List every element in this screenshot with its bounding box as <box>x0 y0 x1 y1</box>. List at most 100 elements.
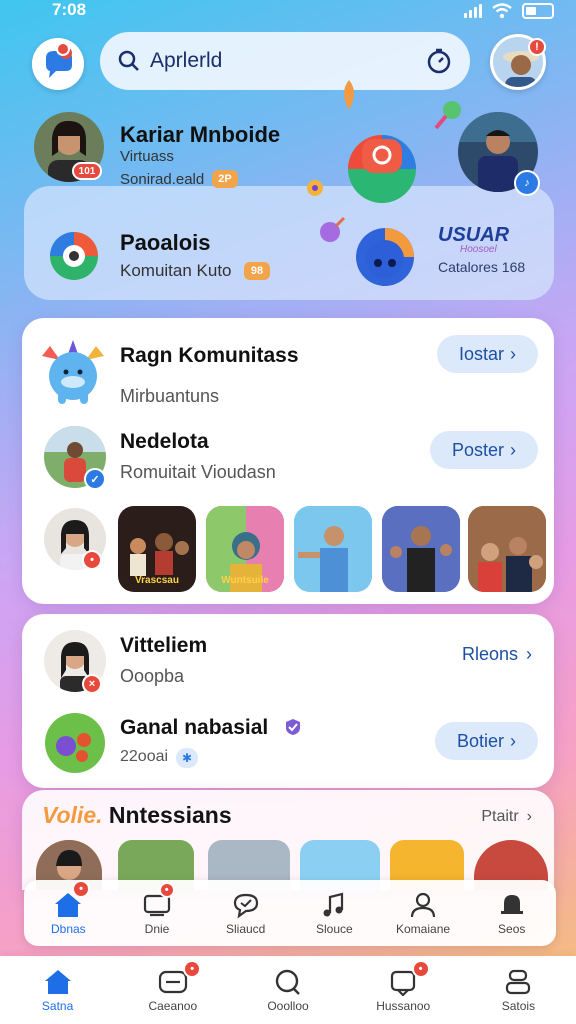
member-name: Nedelota <box>120 430 209 453</box>
tab-badge: • <box>183 960 202 978</box>
chevron-right-icon: › <box>510 343 516 364</box>
tab-music[interactable]: Slouce <box>290 880 379 946</box>
verified-badge: ♪ <box>514 170 540 196</box>
tab-chat[interactable]: Dnie • <box>113 880 202 946</box>
community-app-icon[interactable] <box>48 230 100 282</box>
community-title: Ragn Komunitass <box>120 344 299 367</box>
battery-icon <box>522 3 554 19</box>
tab-inbox-bottom[interactable]: Hussanoo • <box>346 956 461 1024</box>
tab-label: Caeanoo <box>148 998 198 1013</box>
group-name: Ganal nabasial <box>120 716 269 739</box>
person-icon <box>410 892 436 917</box>
verified-icon <box>286 719 300 735</box>
join-button-label: Iostar <box>458 343 504 364</box>
community-card: Ragn Komunitass Mirbuantuns Iostar › ✓ Ne… <box>22 318 554 604</box>
search-icon <box>118 50 139 71</box>
story-tile[interactable] <box>468 506 546 592</box>
messenger-sphere-icon <box>356 228 414 286</box>
status-bar: 7:08 <box>0 0 576 28</box>
panel-title: Paoalois <box>120 230 211 255</box>
chevron-right-icon: › <box>510 439 516 460</box>
section-title-text: Nntessians <box>108 802 232 828</box>
tab-label: Komaiane <box>396 921 451 936</box>
tab-messages-bottom[interactable]: Caeanoo • <box>115 956 230 1024</box>
tab-label: Satois <box>501 998 536 1013</box>
tab-label: Sliaucd <box>226 921 266 936</box>
tab-home-bottom[interactable]: Satna <box>0 956 115 1024</box>
live-badge-icon: • <box>82 550 102 570</box>
brand-sub: Hoosoel <box>460 244 497 255</box>
section-title-accent: Volie. <box>42 802 103 828</box>
orb-icon <box>320 216 346 242</box>
search-bar[interactable]: Aprlerld <box>100 32 470 90</box>
tab-badge: • <box>158 882 175 898</box>
bluetooth-icon: ✱ <box>176 748 198 768</box>
search-icon <box>275 969 300 995</box>
post-button-label: Poster <box>451 439 504 460</box>
home-icon <box>44 969 71 994</box>
profile-icon <box>506 969 531 994</box>
join-button[interactable]: Iostar › <box>436 335 538 373</box>
music-icon <box>323 892 344 916</box>
group-icon[interactable] <box>44 712 106 774</box>
timer-icon[interactable] <box>426 48 452 74</box>
story-tile[interactable]: Wuntsuile <box>206 506 284 592</box>
story-tile[interactable]: Vrascsau <box>118 506 196 592</box>
brand-caption: Catalores 168 <box>438 259 526 275</box>
tab-bubble[interactable]: Sliaucd <box>201 880 290 946</box>
tab-home[interactable]: Dbnas • <box>24 880 113 946</box>
contact-subtitle: Ooopba <box>120 666 185 686</box>
member-subtitle: Romuitait Vioudasn <box>120 462 276 482</box>
section-link-label: Ptaitr <box>481 808 519 825</box>
section-title: Volie. Nntessians <box>42 802 232 829</box>
signal-icon <box>464 4 482 18</box>
contact-status-icon: × <box>82 674 102 694</box>
tab-label: Ooolloo <box>267 998 309 1013</box>
tab-label: Satna <box>41 998 74 1013</box>
tab-label: Dnie <box>144 921 170 936</box>
user-count-badge: 101 <box>72 162 102 180</box>
tab-label: Seos <box>498 921 526 936</box>
hero-user-name: Kariar Mnboide <box>120 122 281 147</box>
group-action-button[interactable]: Botier › <box>434 722 538 760</box>
chat-sphere-icon <box>348 135 416 203</box>
hero-user-line1: Virtuass <box>120 148 174 165</box>
contacts-link[interactable]: Rleons › <box>462 644 532 665</box>
group-action-label: Botier <box>456 730 504 751</box>
tab-label: Hussanoo <box>376 998 431 1013</box>
status-icons <box>464 3 554 19</box>
wifi-icon <box>492 3 512 19</box>
notification-badge: ! <box>528 38 546 56</box>
chevron-right-icon: › <box>526 808 532 825</box>
contacts-link-label: Rleons <box>461 644 518 664</box>
check-badge-icon: ✓ <box>84 468 106 490</box>
section-link[interactable]: Ptaitr › <box>481 808 532 826</box>
post-button[interactable]: Poster › <box>429 431 538 469</box>
panel-chip: 98 <box>244 262 270 280</box>
tab-label: Dbnas <box>50 921 86 936</box>
tab-search-bottom[interactable]: Ooolloo <box>230 956 345 1024</box>
panel-subtitle: Komuitan Kuto <box>120 261 232 280</box>
bubble-icon <box>233 893 258 918</box>
contact-name: Vitteliem <box>120 634 208 657</box>
notification-badge <box>56 42 70 56</box>
tab-label: Slouce <box>316 921 353 936</box>
dot-icon <box>307 180 323 196</box>
hero-user-chip: 2P <box>212 170 238 188</box>
tab-profile-bottom[interactable]: Satois <box>461 956 576 1024</box>
tab-badge: • <box>411 960 430 978</box>
contacts-card: × Vitteliem Ooopba Rleons › Ganal nabasia… <box>22 614 554 788</box>
story-tile[interactable] <box>294 506 372 592</box>
hero-user-line2: Sonirad.eald <box>120 171 205 188</box>
section-card: Volie. Nntessians Ptaitr › <box>22 790 554 890</box>
tab-bell[interactable]: Seos <box>467 880 556 946</box>
story-tile[interactable] <box>382 506 460 592</box>
story-tile-label: Wuntsuile <box>221 575 269 586</box>
tab-person[interactable]: Komaiane <box>379 880 468 946</box>
chevron-right-icon: › <box>526 644 532 664</box>
bottom-tab-bar: Satna Caeanoo • Ooolloo Hussanoo • Satoi… <box>0 956 576 1024</box>
search-input[interactable]: Aprlerld <box>150 49 426 73</box>
community-subtitle: Mirbuantuns <box>120 386 220 406</box>
tab-badge: • <box>72 880 90 898</box>
leaf-icon <box>344 80 354 110</box>
